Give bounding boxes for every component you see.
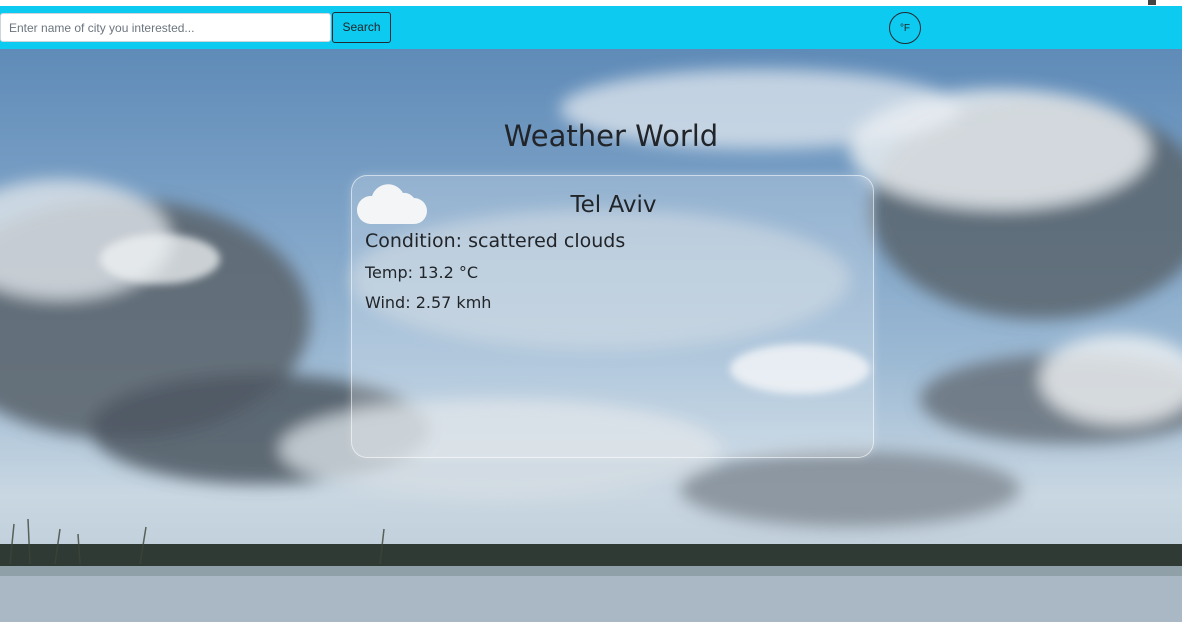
temperature-value: 13.2 — [418, 263, 454, 282]
temperature-line: Temp: 13.2 °C — [365, 263, 478, 282]
search-input[interactable] — [0, 13, 331, 42]
city-name: Tel Aviv — [570, 192, 657, 218]
wind-unit: kmh — [456, 293, 492, 312]
temperature-unit: °C — [458, 263, 479, 282]
wind-line: Wind: 2.57 kmh — [365, 293, 491, 312]
condition-label: Condition: — [365, 230, 463, 252]
corner-mark — [1148, 0, 1156, 5]
weather-card: Tel Aviv Condition: scattered clouds Tem… — [351, 175, 874, 458]
unit-toggle-button[interactable]: °F — [889, 12, 921, 44]
wind-value: 2.57 — [415, 293, 452, 312]
navbar: Search °F — [0, 6, 1182, 49]
wind-label: Wind: — [365, 293, 411, 312]
temperature-label: Temp: — [365, 263, 414, 282]
condition-line: Condition: scattered clouds — [365, 230, 625, 252]
background-scene: Weather World Tel Aviv Condition: scatte… — [0, 49, 1182, 622]
page-title: Weather World — [503, 119, 719, 153]
condition-value: scattered clouds — [468, 230, 626, 252]
search-button[interactable]: Search — [332, 12, 391, 43]
cloud-icon — [356, 184, 427, 224]
